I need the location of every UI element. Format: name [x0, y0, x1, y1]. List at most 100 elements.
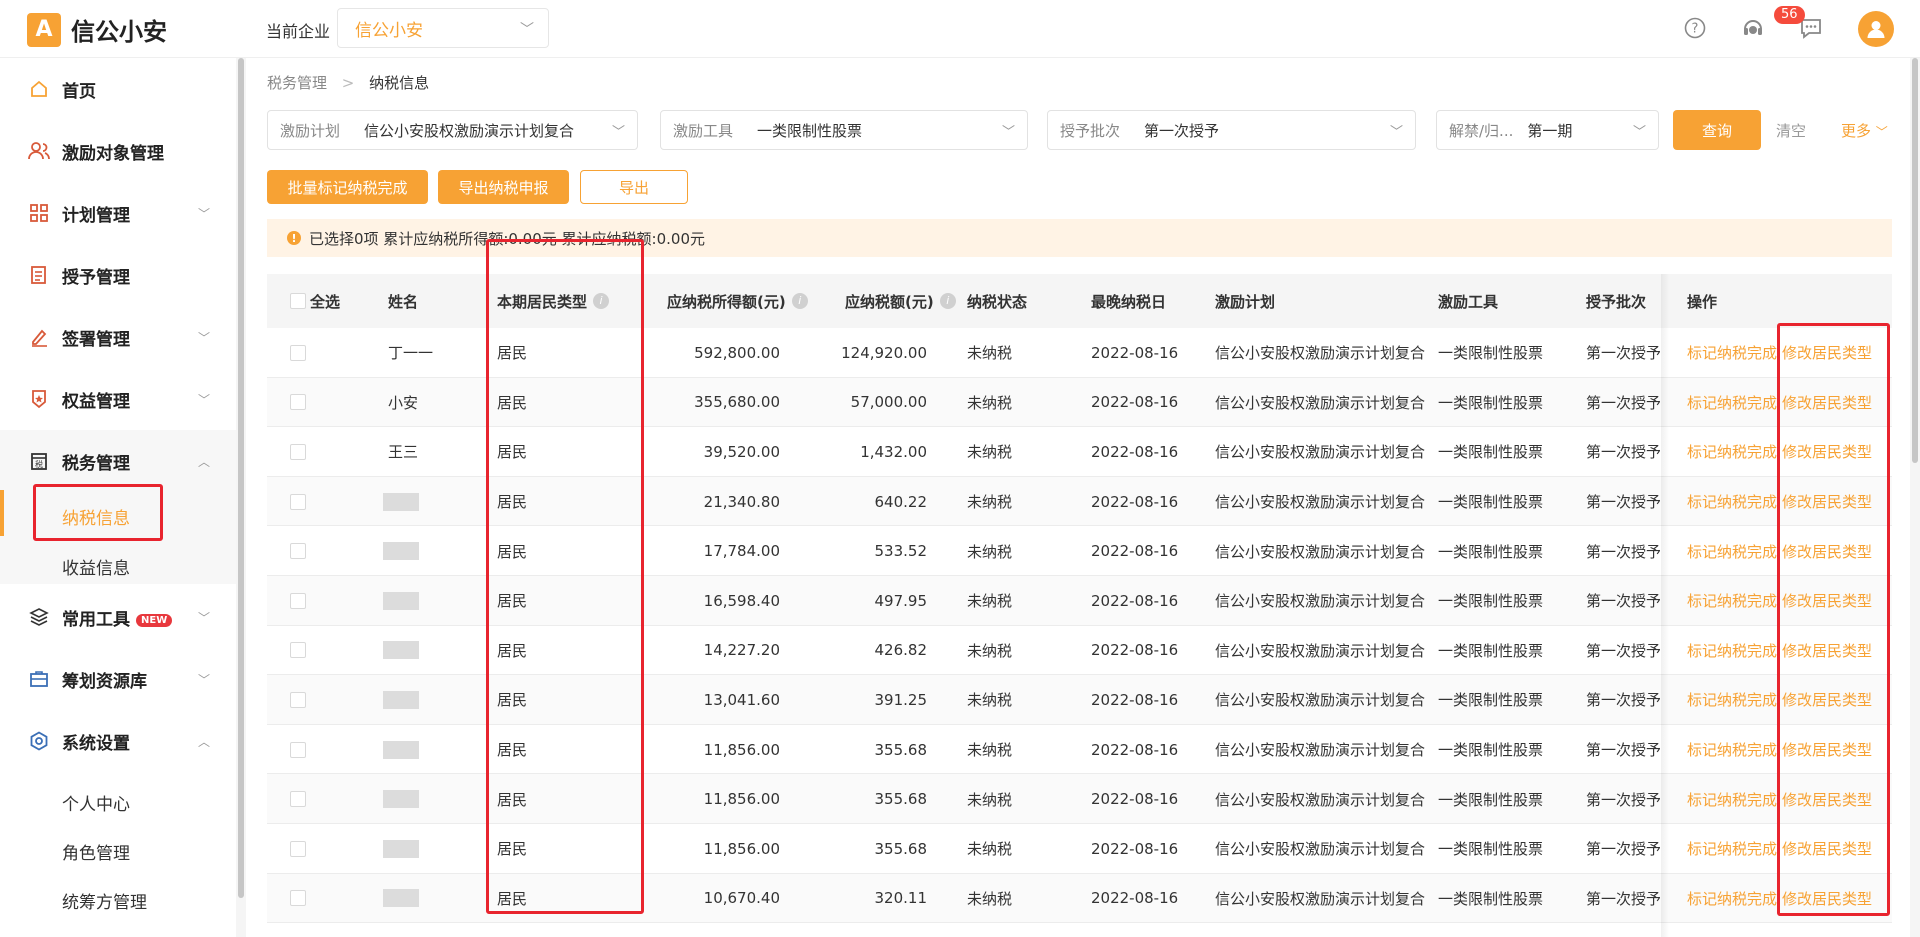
row-checkbox[interactable]	[290, 443, 306, 460]
cell-batch: 第一次授予	[1586, 493, 1660, 512]
cell-op-mark: 标记纳税完成	[1687, 576, 1782, 626]
breadcrumb-separator: >	[341, 74, 355, 92]
chevron-down-icon: ﹀	[198, 392, 211, 407]
mark-tax-complete-link[interactable]: 标记纳税完成	[1687, 789, 1777, 810]
filter-incentive-plan[interactable]: 激励计划 信公小安股权激励演示计划复合 ﹀	[267, 110, 638, 150]
mark-tax-complete-link[interactable]: 标记纳税完成	[1687, 888, 1777, 909]
select-all-header[interactable]: 全选	[290, 274, 340, 328]
help-icon[interactable]: ?	[1681, 14, 1709, 42]
sidebar-item-home[interactable]: 首页	[0, 58, 236, 120]
chevron-up-icon: ︿	[198, 454, 211, 469]
export-tax-declaration-button[interactable]: 导出纳税申报	[438, 170, 569, 204]
cell-plan: 信公小安股权激励演示计划复合	[1215, 790, 1426, 809]
mark-tax-complete-link[interactable]: 标记纳税完成	[1687, 739, 1777, 760]
cell-op-mark: 标记纳税完成	[1687, 725, 1782, 775]
cell-op-mark: 标记纳税完成	[1687, 526, 1782, 576]
sidebar-item-incentive-targets[interactable]: 激励对象管理	[0, 120, 236, 182]
mark-tax-complete-link[interactable]: 标记纳税完成	[1687, 491, 1777, 512]
row-checkbox[interactable]	[290, 840, 306, 857]
mark-tax-complete-link[interactable]: 标记纳税完成	[1687, 342, 1777, 363]
more-filters-button[interactable]: 更多 ﹀	[1841, 120, 1888, 141]
row-checkbox[interactable]	[290, 890, 306, 907]
export-button[interactable]: 导出	[580, 170, 688, 204]
row-checkbox[interactable]	[290, 344, 306, 361]
row-checkbox-cell	[290, 774, 306, 824]
clear-button[interactable]: 清空	[1776, 120, 1806, 141]
batch-mark-tax-complete-button[interactable]: 批量标记纳税完成	[267, 170, 428, 204]
active-indicator	[0, 490, 4, 536]
mark-tax-complete-link[interactable]: 标记纳税完成	[1687, 838, 1777, 859]
cell-tool: 一类限制性股票	[1438, 691, 1544, 710]
cell-name-masked	[383, 874, 419, 924]
filter-label: 激励工具	[673, 121, 734, 140]
avatar[interactable]	[1858, 11, 1894, 47]
cell-plan: 信公小安股权激励演示计划复合	[1215, 889, 1426, 908]
logo[interactable]: A 信公小安	[27, 12, 167, 47]
mark-tax-complete-link[interactable]: 标记纳税完成	[1687, 392, 1777, 413]
filter-grant-batch[interactable]: 授予批次 第一次授予 ﹀	[1047, 110, 1416, 150]
sidebar-subitem-role-management[interactable]: 角色管理	[62, 839, 130, 864]
row-checkbox[interactable]	[290, 741, 306, 758]
cell-batch: 第一次授予	[1586, 542, 1660, 561]
breadcrumb-parent[interactable]: 税务管理	[267, 74, 327, 92]
sidebar-item-plan-management[interactable]: 计划管理 ﹀	[0, 182, 236, 244]
sidebar-item-label: 计划管理	[62, 205, 130, 226]
row-checkbox[interactable]	[290, 543, 306, 560]
cell-taxable-income: 11,856.00	[703, 839, 780, 858]
scrollbar-thumb[interactable]	[1912, 58, 1918, 463]
sidebar-item-system-settings[interactable]: 系统设置 ︿	[0, 710, 236, 772]
sidebar-subitem-coordinator-management[interactable]: 统筹方管理	[62, 888, 147, 913]
mark-tax-complete-link[interactable]: 标记纳税完成	[1687, 441, 1777, 462]
filter-incentive-tool[interactable]: 激励工具 一类限制性股票 ﹀	[660, 110, 1028, 150]
mark-tax-complete-link[interactable]: 标记纳税完成	[1687, 640, 1777, 661]
row-checkbox[interactable]	[290, 642, 306, 659]
main-scrollbar[interactable]	[1910, 58, 1920, 937]
info-icon[interactable]: i	[791, 293, 808, 309]
cell-deadline: 2022-08-16	[1091, 442, 1179, 461]
user-icon	[1867, 21, 1885, 38]
row-checkbox-cell	[290, 626, 306, 676]
mark-tax-complete-link[interactable]: 标记纳税完成	[1687, 689, 1777, 710]
row-checkbox[interactable]	[290, 493, 306, 510]
row-checkbox[interactable]	[290, 791, 306, 808]
cell-tax-amount: 57,000.00	[850, 393, 927, 412]
customer-service-icon[interactable]	[1739, 14, 1767, 42]
company-select[interactable]: 信公小安 ﹀	[337, 8, 549, 48]
row-checkbox[interactable]	[290, 592, 306, 609]
sidebar-subitem-income-info[interactable]: 收益信息	[62, 554, 130, 579]
cell-taxable-income: 21,340.80	[703, 492, 780, 511]
row-checkbox[interactable]	[290, 394, 306, 411]
sidebar-scrollbar[interactable]	[236, 58, 246, 937]
sidebar-subitem-personal-center[interactable]: 个人中心	[62, 790, 130, 815]
row-checkbox[interactable]	[290, 691, 306, 708]
settings-icon	[28, 730, 50, 752]
cell-tool: 一类限制性股票	[1438, 493, 1544, 512]
sidebar-item-tax-management[interactable]: 税 税务管理 ︿	[0, 430, 236, 492]
col-header-taxable-income: 应纳税所得额(元) i	[667, 274, 808, 328]
filter-label: 激励计划	[280, 121, 341, 140]
cell-deadline: 2022-08-16	[1091, 839, 1179, 858]
filter-unlock-period[interactable]: 解禁/归... 第一期 ﹀	[1436, 110, 1659, 150]
filter-value: 第一次授予	[1144, 121, 1220, 140]
cell-deadline: 2022-08-16	[1091, 393, 1179, 412]
cell-name: 王三	[388, 443, 419, 462]
cell-tool: 一类限制性股票	[1438, 741, 1544, 760]
mark-tax-complete-link[interactable]: 标记纳税完成	[1687, 590, 1777, 611]
sidebar-item-common-tools[interactable]: 常用工具 ﹀	[0, 586, 236, 648]
sidebar-item-grant-management[interactable]: 授予管理	[0, 244, 236, 306]
filter-value: 一类限制性股票	[757, 121, 863, 140]
sidebar-item-resource-library[interactable]: 筹划资源库 ﹀	[0, 648, 236, 710]
select-all-checkbox[interactable]	[290, 293, 306, 309]
cell-tax-status: 未纳税	[967, 641, 1013, 660]
cell-tool: 一类限制性股票	[1438, 443, 1544, 462]
cell-tool: 一类限制性股票	[1438, 790, 1544, 809]
cell-plan: 信公小安股权激励演示计划复合	[1215, 493, 1426, 512]
scrollbar-thumb[interactable]	[238, 58, 244, 898]
select-all-label: 全选	[310, 292, 341, 311]
sidebar-item-equity-management[interactable]: 权益管理 ﹀	[0, 368, 236, 430]
query-button[interactable]: 查询	[1673, 110, 1761, 150]
row-checkbox-cell	[290, 526, 306, 576]
mark-tax-complete-link[interactable]: 标记纳税完成	[1687, 541, 1777, 562]
info-icon[interactable]: i	[939, 293, 956, 309]
sidebar-item-signing-management[interactable]: 签署管理 ﹀	[0, 306, 236, 368]
